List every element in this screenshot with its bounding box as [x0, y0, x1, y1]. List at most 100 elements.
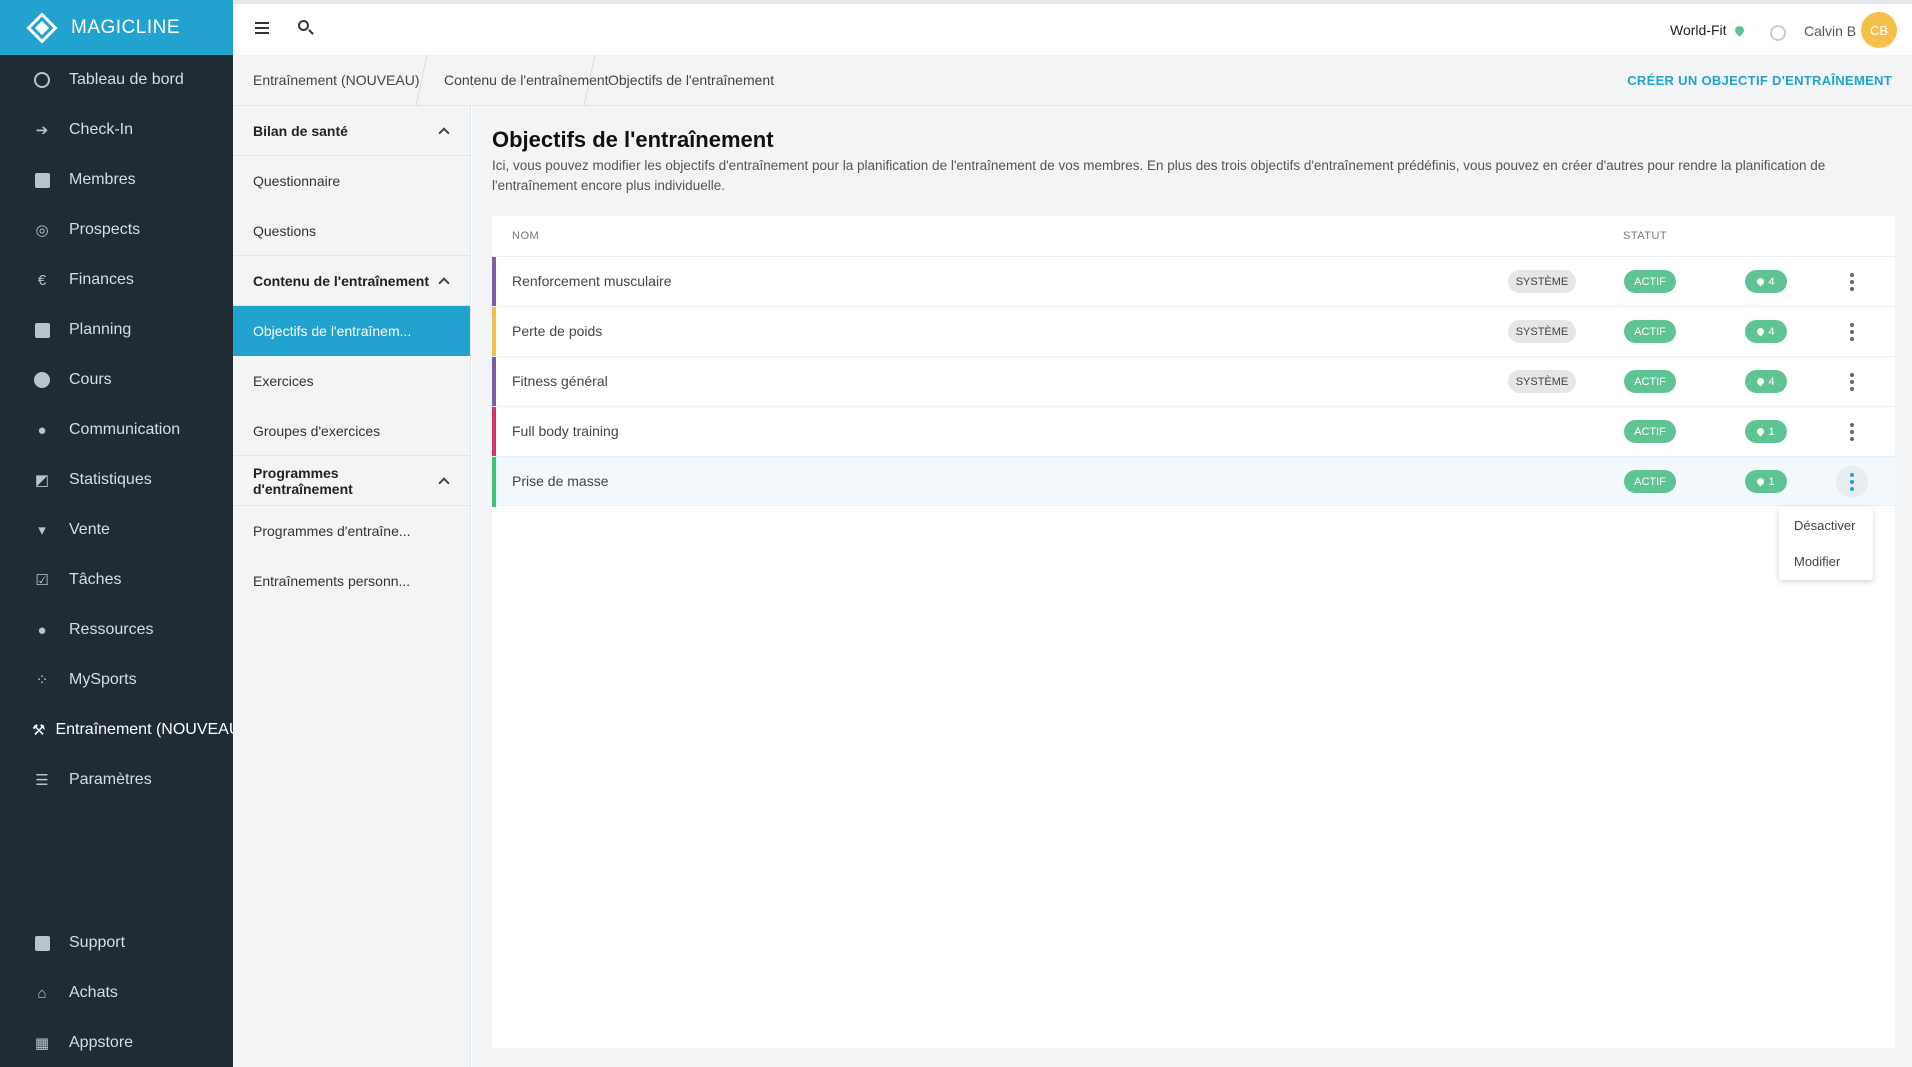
stopwatch-icon	[32, 370, 52, 390]
sidebar-item-label: Check-In	[69, 121, 134, 138]
location-count: 4	[1768, 375, 1775, 388]
location-count-badge: 4	[1745, 370, 1787, 393]
table-row[interactable]: Fitness général SYSTÈME ACTIF 4	[492, 356, 1895, 407]
row-context-menu: Désactiver Modifier	[1779, 507, 1873, 580]
chevron-up-icon	[438, 126, 450, 139]
breadcrumb-item-goals: Objectifs de l'entraînement	[608, 72, 775, 88]
sidebar-item-planning[interactable]: Planning	[0, 305, 233, 355]
row-color-indicator	[492, 257, 496, 307]
sidebar-item-label: Achats	[69, 984, 118, 1001]
subnav-section-content[interactable]: Contenu de l'entraînement	[233, 256, 470, 306]
more-options-icon[interactable]	[1836, 466, 1868, 498]
sidebar-item-finances[interactable]: € Finances	[0, 255, 233, 305]
logo-bar[interactable]: MAGICLINE	[0, 0, 233, 55]
sidebar-item-statistics[interactable]: ◩ Statistiques	[0, 455, 233, 505]
sidebar-item-appstore[interactable]: ▦ Appstore	[0, 1018, 233, 1067]
sidebar-item-label: Tableau de bord	[69, 71, 184, 88]
sidebar-item-training[interactable]: ⚒ Entraînement (NOUVEAU)	[0, 705, 246, 755]
sidebar-bottom-nav: Support ⌂ Achats ▦ Appstore	[0, 918, 233, 1067]
sidebar-item-label: Appstore	[69, 1034, 134, 1051]
column-header-name: NOM	[512, 230, 540, 242]
sidebar-nav: Tableau de bord ➔ Check-In Membres ◎ Pro…	[0, 55, 246, 805]
sidebar-item-support[interactable]: Support	[0, 918, 233, 968]
sidebar-item-mysports[interactable]: ⁘ MySports	[0, 655, 233, 705]
location-count: 4	[1768, 275, 1775, 288]
sidebar-item-label: Prospects	[69, 221, 141, 238]
more-options-icon[interactable]	[1836, 266, 1868, 298]
sidebar-item-checkin[interactable]: ➔ Check-In	[0, 105, 233, 155]
row-color-indicator	[492, 407, 496, 457]
sidebar-item-label: Cours	[69, 371, 112, 388]
table-row[interactable]: Renforcement musculaire SYSTÈME ACTIF 4	[492, 256, 1895, 307]
create-goal-button[interactable]: CRÉER UN OBJECTIF D'ENTRAÎNEMENT	[1627, 73, 1892, 88]
dumbbell-icon: ⚒	[32, 722, 46, 739]
subnav-item-exercise-groups[interactable]: Groupes d'exercices	[233, 406, 470, 456]
sidebar-item-sales[interactable]: ▾ Vente	[0, 505, 233, 555]
subnav-item-label: Objectifs de l'entraînem...	[253, 323, 412, 339]
location-pin-icon	[1755, 376, 1766, 387]
sidebar-item-label: Vente	[69, 521, 110, 538]
chevron-up-icon	[438, 276, 450, 289]
goals-table: NOM STATUT Renforcement musculaire SYSTÈ…	[492, 216, 1895, 1048]
subnav-section-title: Bilan de santé	[253, 122, 348, 139]
studio-selector[interactable]: World-Fit	[1670, 22, 1746, 38]
sidebar-item-label: Finances	[69, 271, 134, 288]
more-options-icon[interactable]	[1836, 316, 1868, 348]
table-row[interactable]: Perte de poids SYSTÈME ACTIF 4	[492, 306, 1895, 357]
sidebar-item-prospects[interactable]: ◎ Prospects	[0, 205, 233, 255]
clock-icon[interactable]	[1770, 25, 1786, 41]
sidebar-item-resources[interactable]: ● Ressources	[0, 605, 233, 655]
goal-name: Renforcement musculaire	[512, 273, 672, 289]
main-sidebar: MAGICLINE Tableau de bord ➔ Check-In Mem…	[0, 0, 246, 1067]
subnav-item-exercises[interactable]: Exercices	[233, 356, 470, 406]
user-name[interactable]: Calvin B	[1804, 23, 1856, 39]
subnav-item-label: Exercices	[253, 373, 314, 389]
subnav-item-label: Entraînements personn...	[253, 573, 411, 589]
location-count-badge: 4	[1745, 270, 1787, 293]
checkbox-icon: ☑	[35, 572, 49, 589]
subnav-item-personal-trainings[interactable]: Entraînements personn...	[233, 556, 470, 606]
more-options-icon[interactable]	[1836, 366, 1868, 398]
page-title: Objectifs de l'entraînement	[492, 127, 774, 152]
main-content: Objectifs de l'entraînement Ici, vous po…	[472, 106, 1912, 1067]
subnav-section-health[interactable]: Bilan de santé	[233, 106, 470, 156]
subnav-section-title: Contenu de l'entraînement	[253, 272, 430, 289]
sidebar-item-courses[interactable]: Cours	[0, 355, 233, 405]
sidebar-item-label: Planning	[69, 321, 132, 338]
sidebar-item-communication[interactable]: ● Communication	[0, 405, 233, 455]
sidebar-item-dashboard[interactable]: Tableau de bord	[0, 55, 233, 105]
sidebar-item-settings[interactable]: ☰ Paramètres	[0, 755, 233, 805]
row-color-indicator	[492, 357, 496, 407]
deactivate-menu-item[interactable]: Désactiver	[1779, 507, 1873, 543]
more-options-icon[interactable]	[1836, 416, 1868, 448]
location-count-badge: 1	[1745, 470, 1787, 493]
sidebar-item-members[interactable]: Membres	[0, 155, 233, 205]
location-pin-icon	[1755, 276, 1766, 287]
table-row[interactable]: Prise de masse ACTIF 1	[492, 456, 1895, 507]
breadcrumb-item-content[interactable]: Contenu de l'entraînement	[444, 72, 609, 88]
search-icon[interactable]	[298, 20, 314, 36]
subnav-item-questionnaire[interactable]: Questionnaire	[233, 156, 470, 206]
sidebar-item-label: Communication	[69, 421, 181, 438]
subnav-item-programs[interactable]: Programmes d'entraîne...	[233, 506, 470, 556]
location-count: 1	[1768, 475, 1775, 488]
avatar[interactable]: CB	[1861, 12, 1897, 48]
subnav-item-goals[interactable]: Objectifs de l'entraînem...	[233, 306, 470, 356]
breadcrumb-item-training[interactable]: Entraînement (NOUVEAU)	[253, 72, 420, 88]
studio-name: World-Fit	[1670, 22, 1727, 38]
sidebar-item-purchases[interactable]: ⌂ Achats	[0, 968, 233, 1018]
cart-icon: ▾	[38, 522, 46, 539]
edit-menu-item[interactable]: Modifier	[1779, 543, 1873, 579]
store-icon: ⌂	[37, 984, 47, 1002]
sidebar-item-label: Entraînement (NOUVEAU)	[55, 721, 246, 738]
sidebar-item-tasks[interactable]: ☑ Tâches	[0, 555, 233, 605]
sidebar-item-label: Statistiques	[69, 471, 152, 488]
goal-name: Prise de masse	[512, 473, 609, 489]
subnav-item-questions[interactable]: Questions	[233, 206, 470, 256]
subnav-section-programs[interactable]: Programmes d'entraînement	[233, 456, 470, 506]
goal-name: Full body training	[512, 423, 619, 439]
table-row[interactable]: Full body training ACTIF 1	[492, 406, 1895, 457]
chat-icon: ●	[37, 421, 47, 439]
menu-icon[interactable]	[255, 22, 269, 34]
subnav-item-label: Questions	[253, 222, 317, 239]
